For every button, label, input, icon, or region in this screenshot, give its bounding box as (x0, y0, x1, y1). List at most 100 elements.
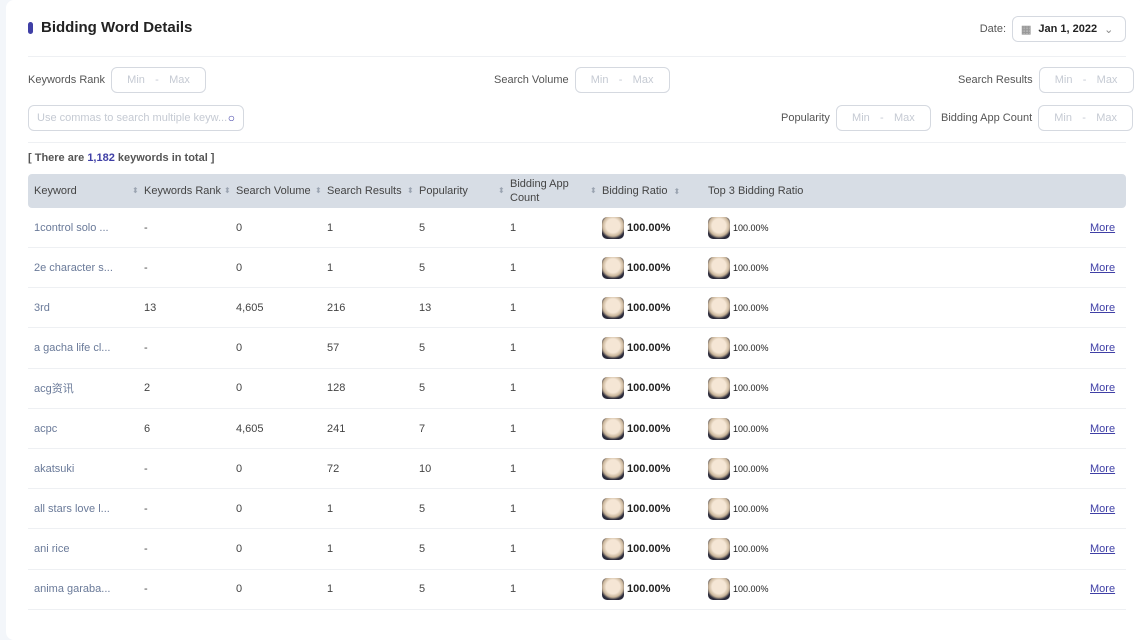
max-input[interactable]: Max (1097, 74, 1118, 86)
column-header[interactable]: Bidding Ratio ⬍ (602, 174, 680, 208)
min-input[interactable]: Min (1055, 74, 1073, 86)
cell-text: 4,605 (236, 422, 264, 435)
more-link[interactable]: More (1090, 248, 1115, 287)
min-input[interactable]: Min (127, 74, 145, 86)
more-link[interactable]: More (1090, 570, 1115, 609)
more-link[interactable]: More (1090, 409, 1115, 448)
cell: 7 (419, 409, 425, 448)
cell[interactable]: all stars love l... (34, 489, 110, 528)
cell: 0 (236, 369, 242, 408)
total-number: 1,182 (87, 152, 115, 164)
cell-text: 0 (236, 342, 243, 355)
sort-desc-icon[interactable]: ⬍ (673, 187, 680, 196)
more-text[interactable]: More (1090, 423, 1115, 435)
more-text[interactable]: More (1090, 543, 1115, 555)
sort-icon[interactable]: ⬍ (498, 186, 505, 195)
cell-text: 5 (419, 221, 426, 234)
range-input[interactable]: Min - Max (1038, 67, 1134, 93)
calendar-icon: ▦ (1021, 23, 1032, 36)
cell: 5 (419, 570, 425, 609)
keyword-search-input[interactable]: Use commas to search multiple keyw... ○ (28, 105, 244, 131)
range-input[interactable]: Min - Max (574, 67, 670, 93)
more-text[interactable]: More (1090, 463, 1115, 475)
cell-text: 100.00% (733, 302, 769, 313)
more-link[interactable]: More (1090, 329, 1115, 368)
sort-icon[interactable]: ⬍ (315, 186, 322, 195)
cell-text: 0 (236, 583, 243, 596)
cell: - (144, 530, 148, 569)
more-text[interactable]: More (1090, 503, 1115, 515)
title-accent (28, 21, 33, 34)
cell-text: 100.00% (627, 543, 671, 556)
filter-bidding_app_count: Bidding App Count Min - Max (941, 105, 1134, 131)
search-icon[interactable]: ○ (228, 111, 235, 125)
sort-icon[interactable]: ⬍ (590, 186, 597, 195)
cell-text: 100.00% (733, 503, 769, 514)
more-link[interactable]: More (1090, 208, 1115, 247)
more-link[interactable]: More (1090, 369, 1115, 408)
cell: 100.00% (602, 530, 670, 569)
cell-text: 0 (236, 221, 243, 234)
min-input[interactable]: Min (1054, 112, 1072, 124)
cell-text: 72 (327, 462, 340, 475)
column-header[interactable]: Popularity (419, 174, 468, 208)
cell-text: 100.00% (627, 462, 671, 475)
cell: 100.00% (708, 288, 769, 327)
cell-text: 1 (510, 583, 517, 596)
cell-text: 100.00% (627, 221, 671, 234)
cell: 100.00% (602, 570, 670, 609)
cell-text: 0 (236, 462, 243, 475)
more-text[interactable]: More (1090, 382, 1115, 394)
cell: 1 (510, 570, 516, 609)
more-link[interactable]: More (1090, 489, 1115, 528)
cell: 4,605 (236, 288, 264, 327)
cell-text: 100.00% (627, 382, 671, 395)
column-header[interactable]: Search Volume (236, 174, 311, 208)
range-input[interactable]: Min - Max (111, 67, 207, 93)
more-text[interactable]: More (1090, 583, 1115, 595)
cell: 0 (236, 449, 242, 488)
sort-icon[interactable]: ⬍ (407, 186, 414, 195)
cell[interactable]: 3rd (34, 288, 50, 327)
cell-text: anima garaba... (34, 583, 111, 596)
min-input[interactable]: Min (591, 74, 609, 86)
cell: 5 (419, 329, 425, 368)
cell-text: 1 (510, 382, 517, 395)
min-input[interactable]: Min (852, 112, 870, 124)
date-picker[interactable]: ▦ Jan 1, 2022 ⌄ (1012, 16, 1126, 42)
max-input[interactable]: Max (894, 112, 915, 124)
cell[interactable]: 2e character s... (34, 248, 113, 287)
column-header[interactable]: Search Results (327, 174, 402, 208)
cell[interactable]: a gacha life cl... (34, 329, 110, 368)
cell: 0 (236, 489, 242, 528)
range-input[interactable]: Min - Max (1038, 105, 1134, 131)
cell[interactable]: acpc (34, 409, 57, 448)
range-input[interactable]: Min - Max (835, 105, 931, 131)
more-link[interactable]: More (1090, 530, 1115, 569)
more-text[interactable]: More (1090, 302, 1115, 314)
cell[interactable]: ani rice (34, 530, 69, 569)
cell[interactable]: akatsuki (34, 449, 74, 488)
range-separator: - (880, 112, 884, 124)
cell-text: 1 (510, 342, 517, 355)
more-text[interactable]: More (1090, 262, 1115, 274)
cell[interactable]: 1control solo ... (34, 208, 109, 247)
more-link[interactable]: More (1090, 449, 1115, 488)
cell-text: 0 (236, 543, 243, 556)
cell[interactable]: acg资讯 (34, 369, 74, 408)
sort-icon[interactable]: ⬍ (132, 186, 139, 195)
column-header[interactable]: Bidding App Count (510, 174, 570, 208)
column-header[interactable]: Keywords Rank (144, 174, 221, 208)
cell-text: 1 (327, 583, 334, 596)
more-text[interactable]: More (1090, 222, 1115, 234)
max-input[interactable]: Max (1096, 112, 1117, 124)
max-input[interactable]: Max (169, 74, 190, 86)
cell: 5 (419, 248, 425, 287)
more-link[interactable]: More (1090, 288, 1115, 327)
more-text[interactable]: More (1090, 342, 1115, 354)
max-input[interactable]: Max (633, 74, 654, 86)
sort-icon[interactable]: ⬍ (224, 186, 231, 195)
cell: 13 (144, 288, 156, 327)
app-icon (708, 578, 730, 601)
cell[interactable]: anima garaba... (34, 570, 110, 609)
